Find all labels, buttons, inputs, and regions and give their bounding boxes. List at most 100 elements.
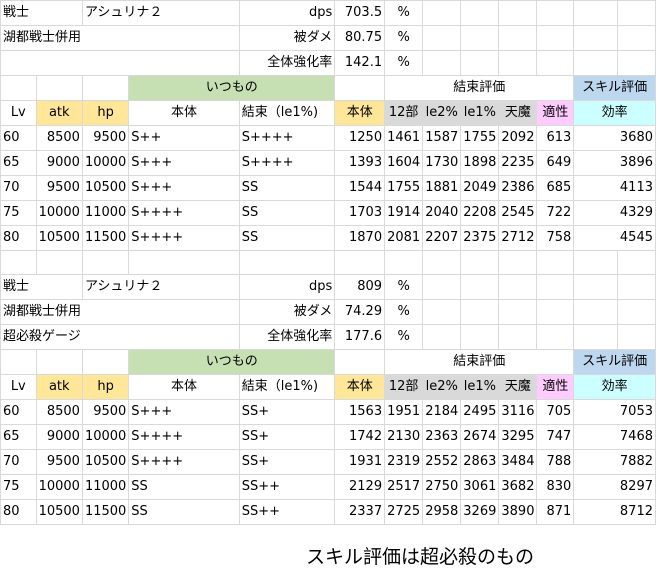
cell-efficiency[interactable]: 8712 bbox=[573, 499, 656, 525]
cell-hp[interactable]: 10500 bbox=[81, 449, 130, 475]
cell-le2[interactable]: 1587 bbox=[422, 125, 462, 151]
header-efficiency[interactable]: 効率 bbox=[573, 100, 656, 126]
cell-lv[interactable]: 60 bbox=[0, 125, 37, 151]
cell-base-value[interactable]: 1931 bbox=[334, 449, 386, 475]
cell-le1[interactable]: 2375 bbox=[460, 225, 500, 251]
cell-bond-rank[interactable]: SS bbox=[238, 175, 336, 201]
cell-base-rank[interactable]: S++++ bbox=[128, 200, 240, 226]
cell-base-rank[interactable]: SS bbox=[128, 499, 240, 525]
cell-le2[interactable]: 2363 bbox=[422, 424, 462, 450]
cell-aptitude[interactable]: 747 bbox=[536, 424, 575, 450]
cell-le1[interactable]: 3061 bbox=[460, 474, 500, 500]
cell-lv[interactable]: 70 bbox=[0, 449, 37, 475]
group-kessoku[interactable]: 結束評価 bbox=[384, 75, 575, 101]
cell-hp[interactable]: 10000 bbox=[81, 424, 130, 450]
info-unit[interactable]: % bbox=[384, 299, 424, 325]
cell-bond-rank[interactable]: SS+ bbox=[238, 449, 336, 475]
header-le1[interactable]: le1% bbox=[460, 374, 500, 400]
cell-efficiency[interactable]: 4545 bbox=[573, 225, 656, 251]
group-itsumono[interactable]: いつもの bbox=[128, 75, 336, 101]
cell-aptitude[interactable]: 830 bbox=[536, 474, 575, 500]
cell-base-value[interactable]: 1250 bbox=[334, 125, 386, 151]
cell-bond-rank[interactable]: SS bbox=[238, 200, 336, 226]
group-skill[interactable]: スキル評価 bbox=[573, 349, 656, 375]
cell-12bu[interactable]: 2725 bbox=[384, 499, 424, 525]
cell-tenma[interactable]: 3484 bbox=[498, 449, 538, 475]
info-value[interactable]: 809 bbox=[334, 274, 386, 300]
info-note[interactable] bbox=[0, 50, 240, 76]
cell-12bu[interactable]: 2130 bbox=[384, 424, 424, 450]
cell-hp[interactable]: 9500 bbox=[81, 399, 130, 425]
cell-hp[interactable]: 11500 bbox=[81, 499, 130, 525]
cell-base-rank[interactable]: S++ bbox=[128, 125, 240, 151]
cell-atk[interactable]: 9500 bbox=[35, 449, 83, 475]
header-atk[interactable]: atk bbox=[35, 374, 83, 400]
header-lv[interactable]: Lv bbox=[0, 374, 37, 400]
cell-base-rank[interactable]: S++++ bbox=[128, 225, 240, 251]
header-hp[interactable]: hp bbox=[81, 374, 130, 400]
cell-base-rank[interactable]: S+++ bbox=[128, 150, 240, 176]
cell-lv[interactable]: 75 bbox=[0, 474, 37, 500]
header-bond[interactable]: 結束（le1%) bbox=[238, 374, 336, 400]
header-base-value[interactable]: 本体 bbox=[334, 100, 386, 126]
cell-base-value[interactable]: 1393 bbox=[334, 150, 386, 176]
cell-aptitude[interactable]: 722 bbox=[536, 200, 575, 226]
cell-tenma[interactable]: 2235 bbox=[498, 150, 538, 176]
cell-base-value[interactable]: 1544 bbox=[334, 175, 386, 201]
cell-base-value[interactable]: 2337 bbox=[334, 499, 386, 525]
cell-le2[interactable]: 2184 bbox=[422, 399, 462, 425]
cell-lv[interactable]: 70 bbox=[0, 175, 37, 201]
cell-12bu[interactable]: 1461 bbox=[384, 125, 424, 151]
cell-bond-rank[interactable]: S++++ bbox=[238, 125, 336, 151]
cell-atk[interactable]: 9000 bbox=[35, 150, 83, 176]
cell-le1[interactable]: 2208 bbox=[460, 200, 500, 226]
cell-atk[interactable]: 9500 bbox=[35, 175, 83, 201]
group-kessoku[interactable]: 結束評価 bbox=[384, 349, 575, 375]
header-base-value[interactable]: 本体 bbox=[334, 374, 386, 400]
cell-bond-rank[interactable]: SS bbox=[238, 225, 336, 251]
info-value[interactable]: 142.1 bbox=[334, 50, 386, 76]
info-label[interactable]: dps bbox=[238, 274, 336, 300]
cell-efficiency[interactable]: 3680 bbox=[573, 125, 656, 151]
header-efficiency[interactable]: 効率 bbox=[573, 374, 656, 400]
header-atk[interactable]: atk bbox=[35, 100, 83, 126]
info-note[interactable]: 超必殺ゲージ bbox=[0, 324, 240, 350]
cell-efficiency[interactable]: 7468 bbox=[573, 424, 656, 450]
cell-hp[interactable]: 11000 bbox=[81, 200, 130, 226]
info-value[interactable]: 74.29 bbox=[334, 299, 386, 325]
cell-base-value[interactable]: 1563 bbox=[334, 399, 386, 425]
cell-lv[interactable]: 80 bbox=[0, 499, 37, 525]
cell-hp[interactable]: 9500 bbox=[81, 125, 130, 151]
cell-aptitude[interactable]: 685 bbox=[536, 175, 575, 201]
cell-tenma[interactable]: 3116 bbox=[498, 399, 538, 425]
header-le2[interactable]: le2% bbox=[422, 374, 462, 400]
info-note[interactable]: 湖都戦士併用 bbox=[0, 25, 240, 51]
cell-base-value[interactable]: 2129 bbox=[334, 474, 386, 500]
cell-lv[interactable]: 65 bbox=[0, 150, 37, 176]
cell-base-value[interactable]: 1870 bbox=[334, 225, 386, 251]
header-lv[interactable]: Lv bbox=[0, 100, 37, 126]
info-value[interactable]: 80.75 bbox=[334, 25, 386, 51]
cell-le1[interactable]: 2495 bbox=[460, 399, 500, 425]
cell-le2[interactable]: 2207 bbox=[422, 225, 462, 251]
info-label[interactable]: 全体強化率 bbox=[238, 50, 336, 76]
cell-tenma[interactable]: 3890 bbox=[498, 499, 538, 525]
cell-lv[interactable]: 80 bbox=[0, 225, 37, 251]
cell-atk[interactable]: 10000 bbox=[35, 200, 83, 226]
cell-tenma[interactable]: 3682 bbox=[498, 474, 538, 500]
cell-aptitude[interactable]: 788 bbox=[536, 449, 575, 475]
cell-12bu[interactable]: 2319 bbox=[384, 449, 424, 475]
cell-hp[interactable]: 11500 bbox=[81, 225, 130, 251]
cell-base-rank[interactable]: S+++ bbox=[128, 175, 240, 201]
header-aptitude[interactable]: 適性 bbox=[536, 100, 575, 126]
cell-efficiency[interactable]: 4113 bbox=[573, 175, 656, 201]
cell-hp[interactable]: 11000 bbox=[81, 474, 130, 500]
cell-efficiency[interactable]: 4329 bbox=[573, 200, 656, 226]
header-le1[interactable]: le1% bbox=[460, 100, 500, 126]
cell-bond-rank[interactable]: SS+ bbox=[238, 399, 336, 425]
cell-12bu[interactable]: 2517 bbox=[384, 474, 424, 500]
cell-12bu[interactable]: 1604 bbox=[384, 150, 424, 176]
header-12bu[interactable]: 12部 bbox=[384, 374, 424, 400]
header-tenma[interactable]: 天魔 bbox=[498, 374, 538, 400]
cell-efficiency[interactable]: 7053 bbox=[573, 399, 656, 425]
